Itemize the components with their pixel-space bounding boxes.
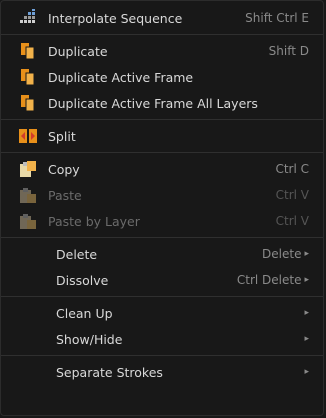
menu-item-paste[interactable]: Paste Ctrl V xyxy=(1,182,323,208)
context-menu: Interpolate Sequence Shift Ctrl E Duplic… xyxy=(0,0,324,416)
menu-item-label: Interpolate Sequence xyxy=(48,10,183,26)
shortcut-label: Ctrl V xyxy=(275,188,309,202)
shortcut-label: Ctrl V xyxy=(275,214,309,228)
menu-separator xyxy=(1,34,323,35)
menu-item-dissolve[interactable]: Dissolve Ctrl Delete ▸ xyxy=(1,267,323,293)
submenu-arrow-icon: ▸ xyxy=(304,367,309,377)
shortcut-label: Delete xyxy=(262,247,302,261)
menu-item-label: Duplicate xyxy=(48,43,108,59)
menu-separator xyxy=(1,355,323,356)
menu-item-interpolate-sequence[interactable]: Interpolate Sequence Shift Ctrl E xyxy=(1,5,323,31)
shortcut-label: Shift Ctrl E xyxy=(245,11,309,25)
split-icon xyxy=(19,127,37,145)
menu-item-label: Separate Strokes xyxy=(56,364,163,380)
menu-item-label: Split xyxy=(48,128,76,144)
menu-item-label: Paste xyxy=(48,187,82,203)
menu-item-delete[interactable]: Delete Delete ▸ xyxy=(1,241,323,267)
submenu-arrow-icon: ▸ xyxy=(304,249,309,259)
menu-item-label: Duplicate Active Frame All Layers xyxy=(48,95,258,111)
paste-icon xyxy=(19,186,37,204)
duplicate-icon xyxy=(19,42,37,60)
shortcut-label: Shift D xyxy=(268,44,309,58)
menu-item-label: Show/Hide xyxy=(56,331,123,347)
menu-separator xyxy=(1,237,323,238)
menu-separator xyxy=(1,152,323,153)
interpolate-icon xyxy=(19,9,37,27)
menu-item-duplicate-active-frame[interactable]: Duplicate Active Frame xyxy=(1,64,323,90)
menu-separator xyxy=(1,296,323,297)
menu-item-label: Clean Up xyxy=(56,305,113,321)
menu-item-label: Copy xyxy=(48,161,80,177)
menu-item-paste-by-layer[interactable]: Paste by Layer Ctrl V xyxy=(1,208,323,234)
menu-item-label: Paste by Layer xyxy=(48,213,140,229)
copy-icon xyxy=(19,160,37,178)
submenu-arrow-icon: ▸ xyxy=(304,308,309,318)
menu-item-separate-strokes[interactable]: Separate Strokes ▸ xyxy=(1,359,323,385)
menu-item-show-hide[interactable]: Show/Hide ▸ xyxy=(1,326,323,352)
submenu-arrow-icon: ▸ xyxy=(304,334,309,344)
menu-item-label: Duplicate Active Frame xyxy=(48,69,194,85)
menu-item-split[interactable]: Split xyxy=(1,123,323,149)
menu-item-duplicate-active-frame-all-layers[interactable]: Duplicate Active Frame All Layers xyxy=(1,90,323,116)
menu-item-label: Delete xyxy=(56,246,98,262)
shortcut-label: Ctrl Delete xyxy=(236,273,302,287)
duplicate-icon xyxy=(19,68,37,86)
shortcut-label: Ctrl C xyxy=(275,162,309,176)
menu-item-copy[interactable]: Copy Ctrl C xyxy=(1,156,323,182)
menu-item-duplicate[interactable]: Duplicate Shift D xyxy=(1,38,323,64)
submenu-arrow-icon: ▸ xyxy=(304,275,309,285)
menu-separator xyxy=(1,119,323,120)
menu-item-label: Dissolve xyxy=(56,272,109,288)
duplicate-icon xyxy=(19,94,37,112)
paste-icon xyxy=(19,212,37,230)
menu-item-clean-up[interactable]: Clean Up ▸ xyxy=(1,300,323,326)
